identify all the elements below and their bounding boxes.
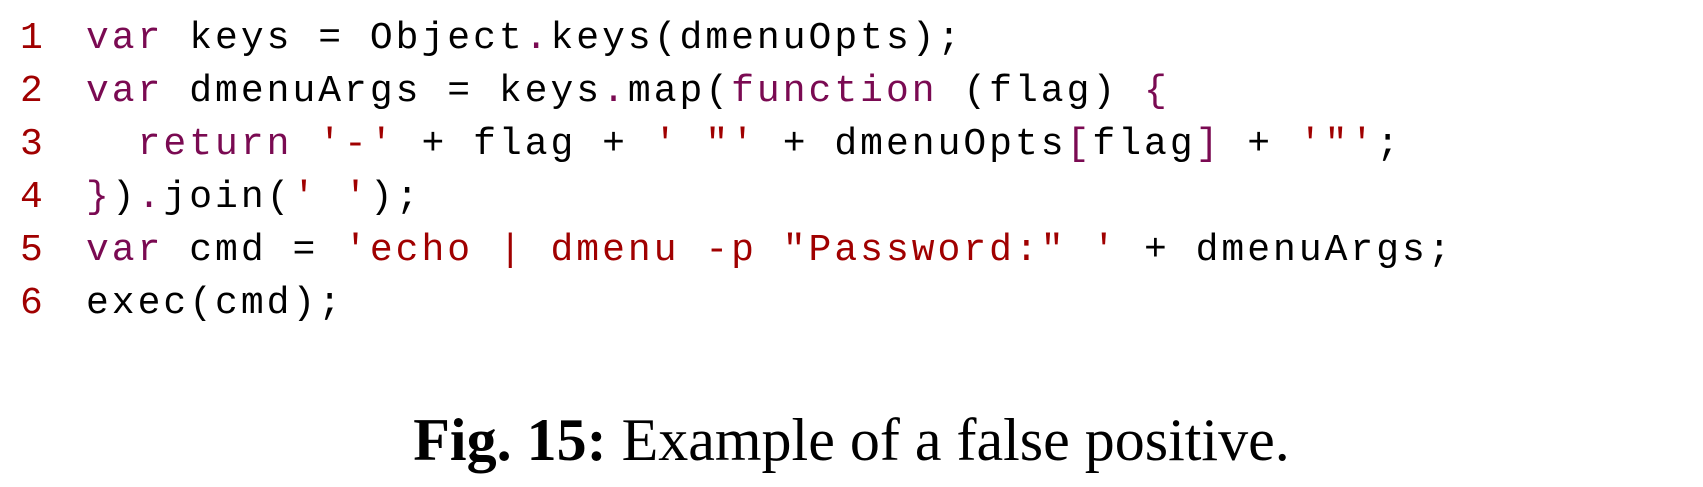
- code-listing: 1 var keys = Object. keys(dmenuOpts); 2 var …: [20, 12, 1454, 330]
- figure-caption: Fig. 15: Example of a false positive.: [0, 405, 1703, 475]
- code-token: + dmenuOpts: [756, 123, 1067, 166]
- code-token: [: [1066, 123, 1093, 166]
- code-token: .: [137, 176, 164, 219]
- code-token: 'echo | dmenu -p "Password:" ': [344, 229, 1119, 272]
- code-token: return: [137, 123, 293, 166]
- line-number: 1: [20, 17, 46, 60]
- code-token: '"': [1298, 123, 1377, 166]
- code-line: 5 var cmd = 'echo | dmenu -p "Password:" …: [20, 224, 1454, 277]
- code-token: .: [524, 17, 551, 60]
- code-token: (flag): [937, 70, 1144, 113]
- code-token: var: [86, 229, 164, 272]
- code-line: 6 exec(cmd);: [20, 277, 1454, 330]
- code-token: +: [1221, 123, 1299, 166]
- code-token: cmd =: [163, 229, 345, 272]
- code-token: '-': [318, 123, 396, 166]
- code-token: exec(cmd);: [86, 282, 345, 325]
- code-token: ' ': [292, 176, 370, 219]
- line-number: 2: [20, 70, 46, 113]
- line-number: 5: [20, 229, 46, 272]
- code-token: ' "': [653, 123, 757, 166]
- code-token: map(: [627, 70, 732, 113]
- code-token: keys(dmenuOpts);: [550, 17, 964, 60]
- line-number: 4: [20, 176, 46, 219]
- code-line: 3 return '-' + flag + ' "' + dmenuOpts[f…: [20, 118, 1454, 171]
- code-token: dmenuArgs = keys: [163, 70, 603, 113]
- code-token: ]: [1195, 123, 1222, 166]
- code-token: keys = Object: [163, 17, 525, 60]
- code-token: }: [86, 176, 112, 219]
- code-token: ;: [1376, 123, 1403, 166]
- code-line: 2 var dmenuArgs = keys. map(function (flag…: [20, 65, 1454, 118]
- code-token: + flag +: [395, 123, 654, 166]
- code-token: var: [86, 70, 164, 113]
- line-number: 3: [20, 123, 46, 166]
- figure-caption-text: Example of a false positive.: [606, 407, 1290, 473]
- code-token: function: [731, 70, 938, 113]
- code-token: );: [369, 176, 422, 219]
- code-token: var: [86, 17, 164, 60]
- code-token: join(: [163, 176, 293, 219]
- line-number: 6: [20, 282, 46, 325]
- figure-caption-label: Fig. 15:: [413, 407, 607, 473]
- code-token: + dmenuArgs;: [1118, 229, 1454, 272]
- code-line: 1 var keys = Object. keys(dmenuOpts);: [20, 12, 1454, 65]
- code-token: ): [111, 176, 138, 219]
- code-line: 4}). join(' ');: [20, 171, 1454, 224]
- code-token: .: [602, 70, 628, 113]
- code-token: flag: [1092, 123, 1196, 166]
- code-token: {: [1144, 70, 1170, 113]
